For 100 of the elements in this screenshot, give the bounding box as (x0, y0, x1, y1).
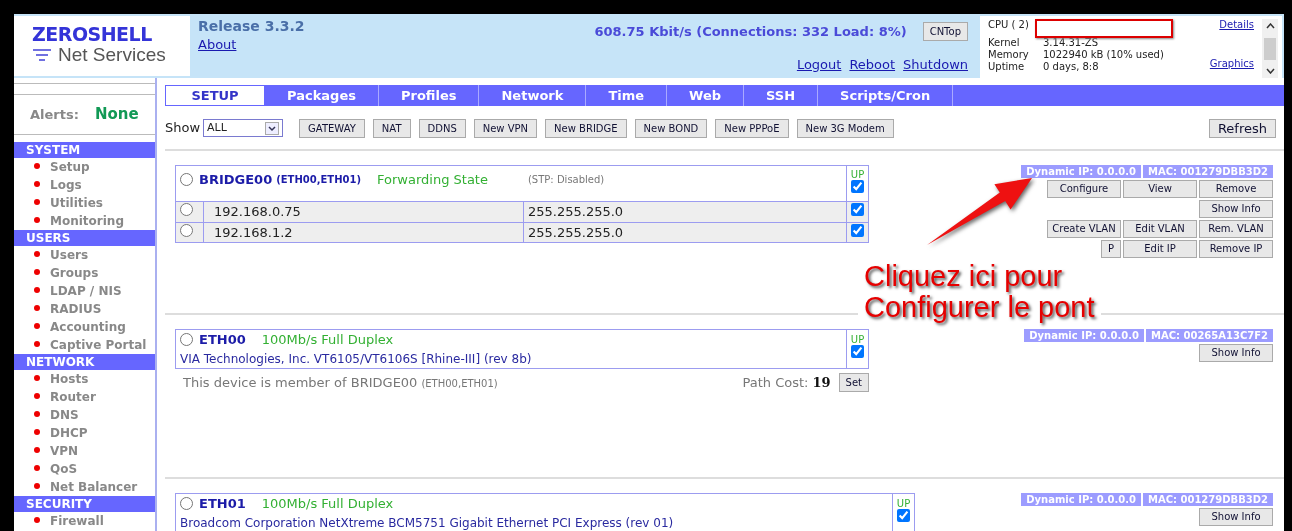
sidebar-item[interactable]: VPN (14, 442, 155, 460)
info-link[interactable]: Graphics (1209, 58, 1254, 70)
dropdown-caret-icon[interactable] (265, 121, 280, 135)
alerts-label: Alerts: (30, 105, 79, 124)
toolbar-button[interactable]: New 3G Modem (796, 118, 894, 138)
sidebar-item[interactable]: Captive Portal (14, 336, 155, 354)
set-button[interactable]: Set (838, 372, 869, 392)
up-checkbox[interactable] (851, 203, 864, 216)
header-link[interactable]: Reboot (849, 54, 896, 74)
up-checkbox[interactable] (851, 179, 864, 193)
up-label: UP (849, 169, 866, 180)
ip-badge: Dynamic IP: 0.0.0.0 (1021, 165, 1141, 178)
action-button[interactable]: Show Info (1199, 508, 1273, 526)
action-button[interactable]: Show Info (1199, 200, 1273, 218)
toolbar-button[interactable]: GATEWAY (299, 118, 365, 138)
sidebar-item[interactable]: Net Balancer (14, 478, 155, 496)
sidebar-item[interactable]: QoS (14, 460, 155, 478)
sidebar-item[interactable]: Groups (14, 264, 155, 282)
toolbar-button[interactable]: New PPPoE (715, 118, 789, 138)
action-button[interactable]: Edit IP (1123, 240, 1197, 258)
up-checkbox[interactable] (851, 344, 864, 358)
logo-subtitle: Net Services (58, 44, 166, 66)
scroll-down-icon[interactable] (1265, 68, 1275, 74)
traffic-stats: 608.75 Kbit/s (Connections: 332 Load: 8%) (594, 23, 907, 41)
ip-badge: Dynamic IP: 0.0.0.0 (1021, 493, 1141, 506)
tab[interactable]: Scripts/Cron (818, 85, 954, 106)
sidebar-section-header: NETWORK (14, 354, 155, 370)
sidebar-section-header: SECURITY (14, 496, 155, 512)
action-button[interactable]: Remove IP (1199, 240, 1273, 258)
info-value: 3.14.31-ZS (1043, 37, 1098, 49)
cntop-button[interactable]: CNTop (922, 22, 968, 42)
select-radio[interactable] (180, 223, 193, 237)
header-link[interactable]: Logout (796, 54, 842, 74)
scroll-up-icon[interactable] (1265, 23, 1275, 29)
sidebar-item[interactable]: DNS (14, 406, 155, 424)
select-radio[interactable] (180, 333, 193, 347)
mac-badge: MAC: 001279DBB3D2 (1142, 493, 1273, 506)
sidebar-item[interactable]: DHCP (14, 424, 155, 442)
sidebar-item[interactable]: Firewall (14, 512, 155, 530)
tab[interactable]: Time (586, 85, 668, 106)
action-button[interactable]: View (1123, 180, 1197, 198)
tab[interactable]: SSH (744, 85, 819, 106)
action-button[interactable]: Remove (1199, 180, 1273, 198)
toolbar-button[interactable]: NAT (372, 118, 411, 138)
sidebar-item[interactable]: Hosts (14, 370, 155, 388)
path-cost-label: Path Cost: (742, 373, 809, 392)
bridge-state: Forwarding State (377, 171, 488, 189)
sidebar-item[interactable]: Router (14, 388, 155, 406)
refresh-button[interactable]: Refresh (1208, 118, 1276, 138)
link-speed: 100Mb/s Full Duplex (261, 331, 394, 349)
toolbar-button[interactable]: New VPN (473, 118, 538, 138)
action-button[interactable]: P (1100, 240, 1121, 258)
action-button[interactable]: Edit VLAN (1123, 220, 1197, 238)
ip-address-cell: 192.168.1.2 (203, 222, 524, 243)
action-button[interactable]: Show Info (1199, 344, 1273, 362)
netmask-cell: 255.255.255.0 (523, 222, 847, 243)
up-checkbox[interactable] (851, 223, 864, 237)
device-name: BRIDGE00 (199, 171, 273, 189)
info-label: Uptime (988, 61, 1026, 73)
alerts-value: None (94, 104, 139, 126)
toolbar-button[interactable]: New BRIDGE (545, 118, 627, 138)
annotation-text: Cliquez ici pour Configurer le pont (858, 261, 1101, 323)
select-radio[interactable] (180, 173, 193, 187)
action-button[interactable]: Rem. VLAN (1199, 220, 1273, 238)
tab[interactable]: Profiles (378, 85, 480, 106)
tab[interactable]: SETUP (165, 85, 265, 106)
tab[interactable]: Packages (265, 85, 379, 106)
link-speed: 100Mb/s Full Duplex (261, 495, 394, 513)
sidebar-section-header: USERS (14, 230, 155, 246)
show-select[interactable]: ALL (203, 119, 284, 137)
sidebar-item[interactable]: Users (14, 246, 155, 264)
select-radio[interactable] (180, 497, 193, 511)
device-name: ETH00 (199, 331, 246, 349)
sidebar-item[interactable]: LDAP / NIS (14, 282, 155, 300)
tab[interactable]: Web (667, 85, 745, 106)
tab[interactable]: Network (479, 85, 587, 106)
select-radio[interactable] (180, 203, 193, 216)
scroll-thumb[interactable] (1264, 37, 1276, 60)
toolbar-button[interactable]: DDNS (418, 118, 466, 138)
netmask-cell: 255.255.255.0 (523, 201, 847, 222)
action-button[interactable]: Create VLAN (1047, 220, 1121, 238)
sidebar-item[interactable]: Utilities (14, 194, 155, 212)
info-label: CPU ( 2) (988, 19, 1030, 31)
about-link[interactable]: About (198, 36, 237, 52)
info-value: 1022940 kB (10% used) (1043, 49, 1164, 61)
ip-address-cell: 192.168.0.75 (203, 201, 524, 222)
action-button[interactable]: Configure (1047, 180, 1121, 198)
up-checkbox[interactable] (897, 508, 910, 522)
path-cost-value: 19 (812, 373, 831, 392)
sidebar-item[interactable]: Accounting (14, 318, 155, 336)
info-value: 0 days, 8:8 (1043, 61, 1099, 73)
sidebar-item[interactable]: Monitoring (14, 212, 155, 230)
sidebar-item[interactable]: Setup (14, 158, 155, 176)
sidebar-item[interactable]: RADIUS (14, 300, 155, 318)
info-link[interactable]: Details (1219, 19, 1254, 31)
toolbar-button[interactable]: New BOND (634, 118, 708, 138)
logo-title: ZEROSHELL (32, 24, 153, 45)
header-link[interactable]: Shutdown (903, 54, 968, 74)
sidebar-item[interactable]: Logs (14, 176, 155, 194)
scrollbar[interactable] (1262, 19, 1278, 78)
